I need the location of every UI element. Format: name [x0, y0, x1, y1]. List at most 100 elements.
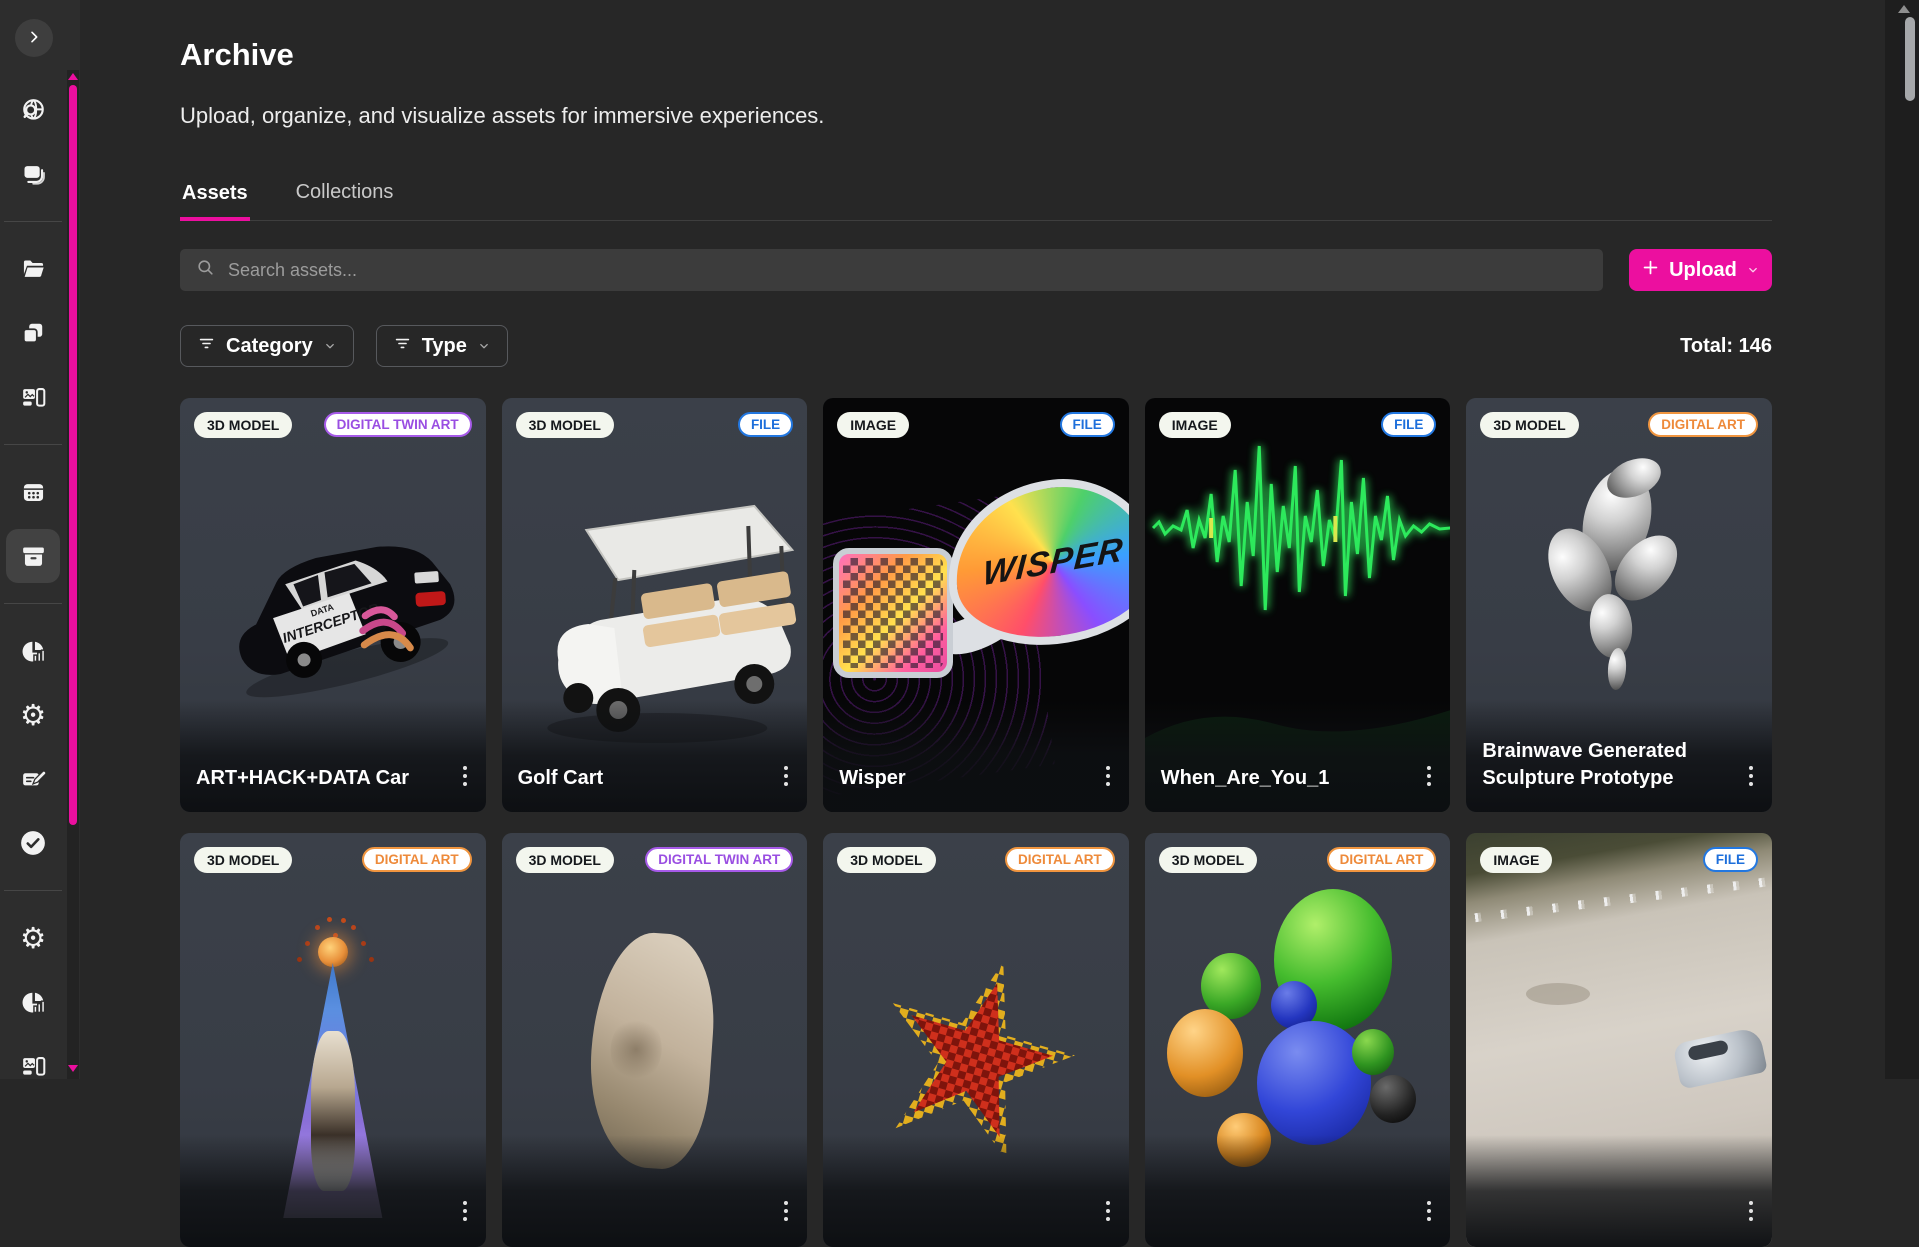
type-filter-button[interactable]: Type — [376, 325, 508, 367]
sidebar-item-layers[interactable] — [0, 142, 66, 206]
decorative-shape — [26, 29, 42, 45]
tab-collections[interactable]: Collections — [294, 181, 396, 220]
sidebar-item-folder-open[interactable] — [0, 237, 66, 301]
asset-type-badge: 3D MODEL — [516, 847, 614, 873]
search-input[interactable] — [226, 259, 1589, 282]
card-menu-button[interactable] — [458, 1195, 472, 1227]
asset-card[interactable]: IMAGE FILE When_Are_You_1 — [1145, 398, 1451, 812]
decorative-shape — [784, 1201, 788, 1205]
search-box[interactable] — [180, 249, 1603, 291]
tab-assets[interactable]: Assets — [180, 181, 250, 221]
pie-chart-icon — [6, 624, 60, 678]
card-menu-button[interactable] — [1744, 1195, 1758, 1227]
sidebar-item-gear[interactable]: ⚙ — [0, 906, 66, 970]
card-menu-button[interactable] — [1101, 1195, 1115, 1227]
asset-type-badge: 3D MODEL — [516, 412, 614, 438]
decorative-shape — [1370, 1075, 1416, 1123]
pie-chart-icon — [6, 975, 60, 1029]
decorative-shape — [24, 554, 41, 565]
card-badge-row: IMAGE FILE — [1159, 412, 1437, 438]
decorative-shape — [463, 782, 467, 786]
asset-title: Golf Cart — [518, 765, 604, 792]
gear-icon: ⚙ — [6, 911, 60, 965]
scroll-up-arrow-icon[interactable] — [1898, 5, 1910, 13]
asset-category-badge: DIGITAL ART — [1327, 847, 1437, 872]
sidebar-divider — [4, 890, 62, 891]
sidebar-item-pie-chart[interactable] — [0, 619, 66, 683]
decorative-shape — [1672, 1026, 1768, 1089]
asset-card[interactable]: WISPER IMAGE FILE Wisper — [823, 398, 1129, 812]
card-footer — [502, 1183, 808, 1247]
card-badge-row: 3D MODEL DIGITAL TWIN ART — [194, 412, 472, 438]
sidebar-scrollbar-thumb[interactable] — [69, 85, 77, 825]
filter-icon — [393, 334, 412, 359]
sidebar-scrollbar[interactable] — [67, 70, 79, 1079]
decorative-shape — [877, 958, 1075, 1156]
asset-category-badge: DIGITAL ART — [362, 847, 472, 872]
card-menu-button[interactable] — [1422, 1195, 1436, 1227]
upload-button-label: Upload — [1669, 259, 1737, 282]
decorative-shape — [833, 548, 953, 678]
decorative-shape — [1587, 592, 1635, 660]
scroll-down-arrow-icon[interactable] — [68, 1065, 78, 1072]
sidebar-item-note-edit[interactable] — [0, 747, 66, 811]
decorative-shape — [25, 391, 27, 393]
sidebar-item-gear[interactable]: ⚙ — [0, 683, 66, 747]
card-menu-button[interactable] — [779, 760, 793, 792]
sidebar-nav: ⚙⚙ — [0, 78, 66, 1098]
decorative-shape — [37, 652, 40, 661]
decorative-shape — [784, 1209, 788, 1213]
decorative-shape — [1167, 1009, 1243, 1097]
card-menu-button[interactable] — [1422, 760, 1436, 792]
asset-card[interactable]: 3D MODEL DIGITAL ART — [1145, 833, 1451, 1247]
decorative-shape — [41, 650, 44, 661]
card-menu-button[interactable] — [458, 760, 472, 792]
decorative-shape — [201, 339, 213, 347]
decorative-shape — [34, 992, 42, 1000]
filter-icon — [197, 334, 216, 359]
decorative-shape — [1427, 1217, 1431, 1221]
card-menu-button[interactable] — [1744, 760, 1758, 792]
decorative-shape — [1427, 1201, 1431, 1205]
sidebar-item-calendar[interactable] — [0, 460, 66, 524]
decorative-shape — [24, 267, 44, 277]
decorative-shape — [20, 479, 47, 506]
expand-sidebar-button[interactable] — [15, 19, 53, 57]
asset-card[interactable]: 3D MODEL DIGITAL TWIN ART — [502, 833, 808, 1247]
search-row: Upload — [180, 249, 1772, 291]
decorative-shape — [1645, 261, 1657, 273]
card-menu-button[interactable] — [779, 1195, 793, 1227]
globe-search-icon — [6, 83, 60, 137]
asset-card[interactable]: IMAGE FILE — [1466, 833, 1772, 1247]
sidebar-item-check-circle[interactable] — [0, 811, 66, 875]
asset-card[interactable]: 3D MODEL DIGITAL ART Brainwave Generated… — [1466, 398, 1772, 812]
asset-category-badge: DIGITAL TWIN ART — [645, 847, 793, 872]
card-badge-row: IMAGE FILE — [837, 412, 1115, 438]
decorative-shape — [1750, 269, 1756, 272]
sidebar-item-pie-chart[interactable] — [0, 970, 66, 1034]
decorative-shape: INTERCEPTORDATA — [219, 528, 469, 709]
sidebar-item-archive[interactable] — [0, 524, 66, 588]
page-scrollbar-thumb[interactable] — [1905, 17, 1915, 101]
page-scrollbar[interactable] — [1885, 0, 1919, 1079]
sidebar-item-devices[interactable] — [0, 365, 66, 429]
asset-card[interactable]: 3D MODEL DIGITAL ART — [823, 833, 1129, 1247]
sidebar-item-copy[interactable] — [0, 301, 66, 365]
tab-bar: Assets Collections — [180, 181, 1772, 221]
decorative-shape — [37, 1058, 44, 1075]
scroll-up-arrow-icon[interactable] — [68, 73, 78, 80]
sidebar-item-globe-search[interactable] — [0, 78, 66, 142]
decorative-shape — [32, 495, 35, 498]
asset-card[interactable]: 3D MODEL FILE Golf Cart — [502, 398, 808, 812]
decorative-shape — [1641, 258, 1660, 277]
decorative-shape — [1106, 1201, 1110, 1205]
card-footer: Golf Cart — [502, 748, 808, 812]
asset-card[interactable]: 3D MODEL DIGITAL ART — [180, 833, 486, 1247]
layers-icon — [6, 147, 60, 201]
category-filter-button[interactable]: Category — [180, 325, 354, 367]
asset-category-badge: FILE — [1060, 412, 1115, 437]
asset-card[interactable]: INTERCEPTORDATA 3D MODEL DIGITAL TWIN AR… — [180, 398, 486, 812]
upload-button[interactable]: Upload — [1629, 249, 1772, 291]
decorative-shape — [1749, 1201, 1753, 1205]
card-menu-button[interactable] — [1101, 760, 1115, 792]
